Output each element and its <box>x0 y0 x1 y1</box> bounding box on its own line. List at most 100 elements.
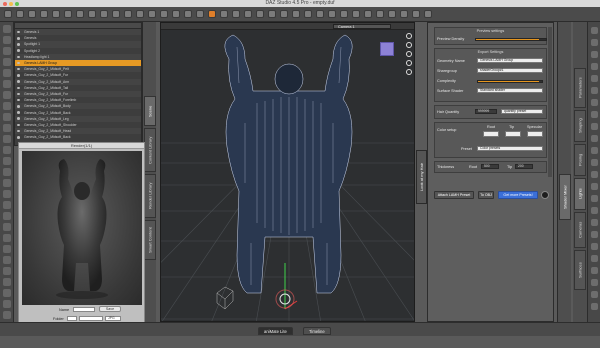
render-folder-select[interactable] <box>67 316 77 321</box>
null-icon[interactable] <box>256 10 264 18</box>
layer-icon[interactable] <box>268 10 276 18</box>
tab-lights[interactable]: Lights <box>574 178 586 210</box>
thickness-root-input[interactable]: 500 <box>481 164 499 169</box>
strip-icon[interactable] <box>2 311 11 319</box>
visibility-eye-icon[interactable] <box>17 61 20 65</box>
strip-icon[interactable] <box>590 111 598 118</box>
geometry-name-input[interactable]: Genesis LAMH Group <box>477 58 543 63</box>
strip-icon[interactable] <box>590 279 598 286</box>
strip-icon[interactable] <box>2 80 11 88</box>
strip-icon[interactable] <box>590 231 598 238</box>
open-icon[interactable] <box>16 10 24 18</box>
ungroup-icon[interactable] <box>340 10 348 18</box>
bake-icon[interactable] <box>412 10 420 18</box>
strip-icon[interactable] <box>2 47 11 55</box>
tip-color-swatch[interactable] <box>505 131 521 137</box>
strip-icon[interactable] <box>590 255 598 262</box>
universal-tool-icon[interactable] <box>112 10 120 18</box>
move-tool-icon[interactable] <box>76 10 84 18</box>
frame-icon[interactable] <box>406 69 412 75</box>
visibility-eye-icon[interactable] <box>17 136 20 139</box>
preview-density-slider[interactable] <box>475 38 547 41</box>
strip-icon[interactable] <box>590 291 598 298</box>
navigation-cube[interactable] <box>380 42 394 56</box>
visibility-eye-icon[interactable] <box>17 55 20 59</box>
tab-scene[interactable]: Scene <box>144 96 156 126</box>
render-name-input[interactable] <box>73 307 95 312</box>
strip-icon[interactable] <box>590 75 598 82</box>
render-save-button[interactable]: Save <box>99 306 121 312</box>
tab-shader-mixer[interactable]: Shader Mixer <box>559 174 571 220</box>
strip-icon[interactable] <box>590 207 598 214</box>
strip-icon[interactable] <box>590 123 598 130</box>
strip-icon[interactable] <box>2 289 11 297</box>
strip-icon[interactable] <box>590 171 598 178</box>
scene-row[interactable]: Genesis_Guy_2_Midsoft_Back <box>15 134 141 140</box>
camera-icon[interactable] <box>220 10 228 18</box>
visibility-eye-icon[interactable] <box>17 98 20 102</box>
surface-shader-dropdown[interactable]: Standard shader <box>477 88 543 93</box>
3d-viewport[interactable]: Camera 1 <box>160 22 415 322</box>
strip-icon[interactable] <box>2 245 11 253</box>
strip-icon[interactable] <box>2 113 11 121</box>
strip-icon[interactable] <box>2 146 11 154</box>
strip-icon[interactable] <box>2 278 11 286</box>
joint-editor-icon[interactable] <box>160 10 168 18</box>
tab-animate-lite[interactable]: aniMate Lite <box>258 327 293 335</box>
strip-icon[interactable] <box>590 183 598 190</box>
memorize-icon[interactable] <box>388 10 396 18</box>
primitive-icon[interactable] <box>244 10 252 18</box>
to-obj-button[interactable]: To OBJ <box>478 191 494 199</box>
strip-icon[interactable] <box>2 267 11 275</box>
visibility-eye-icon[interactable] <box>17 105 20 108</box>
tab-render-library[interactable]: Render Library <box>144 174 156 218</box>
scale-tool-icon[interactable] <box>100 10 108 18</box>
get-more-presets-button[interactable]: Get more Presets! <box>498 191 538 199</box>
group-icon[interactable] <box>328 10 336 18</box>
tab-parameters[interactable]: Parameters <box>574 68 586 108</box>
render-format-select[interactable]: JPG <box>105 316 121 321</box>
strip-icon[interactable] <box>590 135 598 142</box>
root-color-swatch[interactable] <box>483 131 499 137</box>
tab-content-library[interactable]: Content Library <box>144 128 156 172</box>
dform-field-icon[interactable] <box>292 10 300 18</box>
strip-icon[interactable] <box>2 157 11 165</box>
strip-icon[interactable] <box>2 102 11 110</box>
strip-icon[interactable] <box>2 300 11 308</box>
save-icon[interactable] <box>28 10 36 18</box>
tab-shaping[interactable]: Shaping <box>574 110 586 142</box>
render-settings-icon[interactable] <box>196 10 204 18</box>
visibility-eye-icon[interactable] <box>17 123 20 127</box>
visibility-eye-icon[interactable] <box>17 43 20 46</box>
undo-icon[interactable] <box>40 10 48 18</box>
strip-icon[interactable] <box>2 256 11 264</box>
dolly-icon[interactable] <box>406 60 412 66</box>
zoom-window-button[interactable] <box>15 1 19 6</box>
strip-icon[interactable] <box>2 201 11 209</box>
strip-icon[interactable] <box>2 179 11 187</box>
window-controls[interactable] <box>3 1 19 6</box>
tab-cameras[interactable]: Cameras <box>574 212 586 248</box>
hair-quantity-input[interactable]: 999999 <box>475 109 497 114</box>
strip-icon[interactable] <box>2 190 11 198</box>
strip-icon[interactable] <box>590 99 598 106</box>
parent-to-icon[interactable] <box>316 10 324 18</box>
strip-icon[interactable] <box>590 243 598 250</box>
tab-smart-content[interactable]: Smart Content <box>144 220 156 260</box>
visibility-eye-icon[interactable] <box>17 49 20 52</box>
strip-icon[interactable] <box>2 223 11 231</box>
render-folder-input[interactable] <box>79 316 103 321</box>
strip-icon[interactable] <box>2 36 11 44</box>
sharegroup-dropdown[interactable]: shaderGroup#1 <box>477 68 543 73</box>
help-icon[interactable] <box>424 10 432 18</box>
strip-icon[interactable] <box>2 212 11 220</box>
attach-lamh-preset-button[interactable]: Attach LAMH Preset <box>434 191 474 199</box>
strip-icon[interactable] <box>590 147 598 154</box>
camera-dropdown[interactable]: Camera 1 <box>333 24 391 29</box>
complexity-slider[interactable] <box>477 80 543 83</box>
zero-icon[interactable] <box>376 10 384 18</box>
strip-icon[interactable] <box>2 168 11 176</box>
mirror-icon[interactable] <box>364 10 372 18</box>
visibility-eye-icon[interactable] <box>17 86 20 90</box>
strip-icon[interactable] <box>590 159 598 166</box>
